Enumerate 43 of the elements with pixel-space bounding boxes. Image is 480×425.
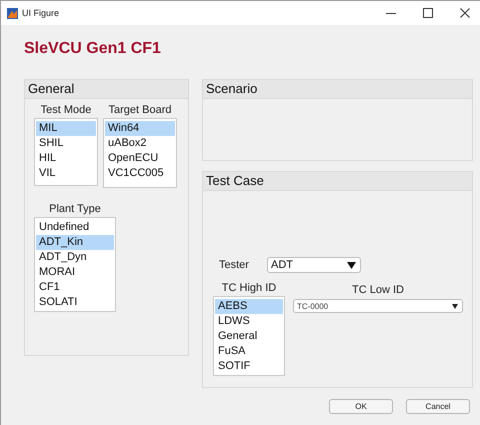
list-item[interactable]: MORAI bbox=[36, 265, 114, 280]
maximize-icon[interactable] bbox=[423, 8, 433, 18]
list-item[interactable]: SOLATI bbox=[36, 295, 114, 310]
list-label: Plant Type bbox=[49, 202, 101, 216]
app-icon bbox=[7, 8, 18, 18]
list-box[interactable]: MIL SHIL HIL VIL bbox=[34, 118, 98, 186]
list-label: Test Mode bbox=[40, 103, 92, 117]
list-item[interactable]: ADT_Kin bbox=[36, 235, 114, 250]
list-box[interactable]: Undefined ADT_Kin ADT_Dyn MORAI CF1 SOLATI bbox=[34, 217, 116, 312]
panel-title: Test Case bbox=[203, 172, 472, 191]
list-item[interactable]: VC1CC005 bbox=[105, 166, 175, 181]
list-item[interactable]: FuSA bbox=[215, 344, 283, 359]
list-box[interactable]: AEBS LDWS General FuSA SOTIF bbox=[213, 296, 285, 376]
panel-title: Scenario bbox=[203, 80, 472, 99]
id-dropdown[interactable]: TC-0000 bbox=[293, 299, 463, 313]
list-item[interactable]: Win64 bbox=[105, 121, 175, 136]
list-item[interactable]: AEBS bbox=[215, 299, 283, 314]
tester-label: Tester bbox=[218, 259, 250, 271]
list-item[interactable]: MIL bbox=[36, 121, 96, 136]
list-item[interactable]: General bbox=[215, 329, 283, 344]
window-title: UI Figure bbox=[22, 8, 60, 18]
list-item[interactable]: CF1 bbox=[36, 280, 114, 295]
list-item[interactable]: Undefined bbox=[36, 220, 114, 235]
list-label: TC High ID bbox=[222, 281, 276, 295]
list-item[interactable]: VIL bbox=[36, 166, 96, 181]
list-item[interactable]: ADT_Dyn bbox=[36, 250, 114, 265]
caret-icon[interactable] bbox=[347, 262, 356, 268]
panel-title: General bbox=[25, 80, 188, 99]
caret-icon[interactable] bbox=[452, 304, 458, 308]
list-item[interactable]: OpenECU bbox=[105, 151, 175, 166]
list-item[interactable]: SOTIF bbox=[215, 359, 283, 374]
dialog-button[interactable]: OK bbox=[329, 399, 393, 414]
list-item[interactable]: uABox2 bbox=[105, 136, 175, 151]
list-label: Target Board bbox=[108, 103, 172, 117]
list-label: TC Low ID bbox=[352, 283, 404, 297]
list-item[interactable]: SHIL bbox=[36, 136, 96, 151]
close-icon[interactable] bbox=[460, 8, 470, 18]
dialog-button[interactable]: Cancel bbox=[406, 399, 470, 414]
tester-dropdown[interactable]: ADT bbox=[267, 257, 361, 273]
list-item[interactable]: HIL bbox=[36, 151, 96, 166]
app-heading: SleVCU Gen1 CF1 bbox=[24, 39, 162, 59]
list-box[interactable]: Win64 uABox2 OpenECU VC1CC005 bbox=[103, 118, 177, 188]
list-item[interactable]: LDWS bbox=[215, 314, 283, 329]
